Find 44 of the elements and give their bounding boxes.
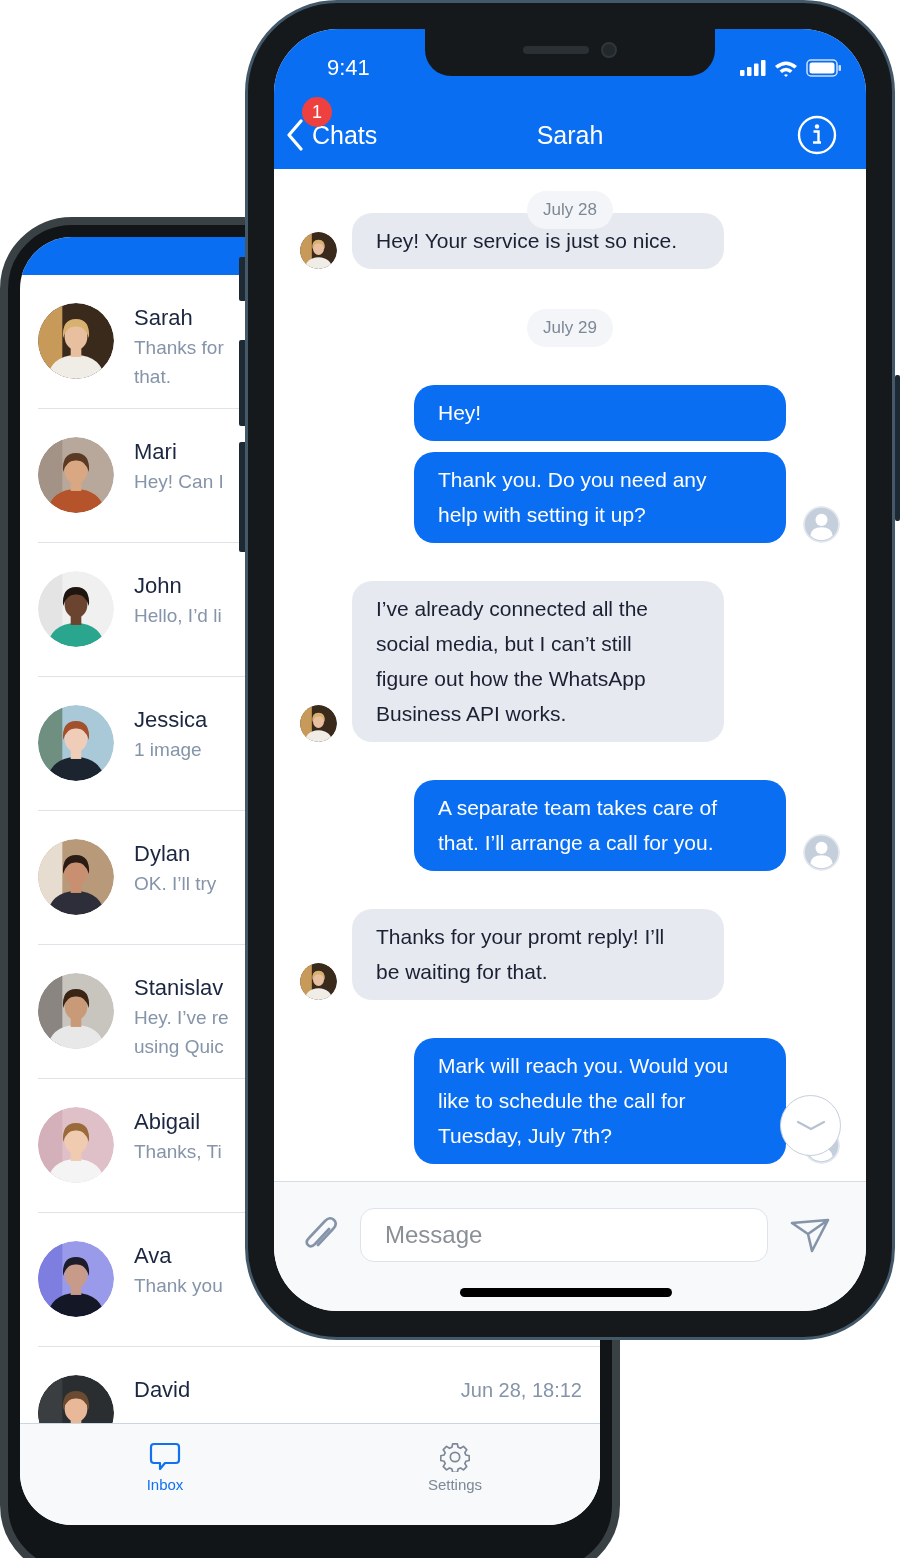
contact-name: Sarah — [134, 304, 193, 332]
message-preview: that. — [134, 365, 171, 389]
signal-icon — [740, 60, 766, 76]
message-bubble: A separate team takes care of that. I’ll arrange a call for you. — [414, 780, 786, 871]
contact-name: John — [134, 572, 182, 600]
status-time: 9:41 — [327, 55, 370, 81]
message-preview: Thank you — [134, 1274, 223, 1298]
message-preview: Hello, I’d li — [134, 604, 222, 628]
message-bubble: Thank you. Do you need any help with setting it up? — [414, 452, 786, 543]
contact-name: Jessica — [134, 706, 208, 734]
person-icon — [803, 834, 840, 871]
message-field[interactable]: Message — [360, 1208, 768, 1262]
message-time: Jun 28, 18:12 — [460, 1379, 582, 1402]
tab[interactable]: Inbox — [20, 1424, 310, 1525]
chat-title: Sarah — [536, 120, 604, 150]
message-preview: OK. I’ll try — [134, 872, 217, 896]
person-icon — [803, 506, 840, 543]
message-bubble: Hey! — [414, 385, 786, 441]
wifi-icon — [774, 59, 798, 77]
message-preview: Hey. I’ve re — [134, 1006, 229, 1030]
chat-bubble-icon — [149, 1442, 181, 1472]
message-preview: Hey! Can I — [134, 470, 224, 494]
gear-icon — [440, 1442, 470, 1472]
tab[interactable]: Settings — [310, 1424, 600, 1525]
message-bubble: Thanks for your promt reply! I’ll be waiting for that. — [352, 909, 724, 1000]
message-preview: using Quic — [134, 1035, 224, 1059]
contact-name: Abigail — [134, 1108, 201, 1136]
message-preview: Thanks for — [134, 336, 224, 360]
message-preview: 1 image — [134, 738, 202, 762]
message-bubble: Mark will reach you. Would you like to schedule the call for Tuesday, July 7th? — [414, 1038, 786, 1164]
message-preview: Thanks, Ti — [134, 1140, 222, 1164]
chevron-down-icon — [795, 1119, 826, 1132]
contact-name: Dylan — [134, 840, 191, 868]
date-label: July 29 — [527, 309, 613, 347]
send-icon[interactable] — [790, 1217, 830, 1253]
contact-name: Mari — [134, 438, 177, 466]
contact-name: Ava — [134, 1242, 172, 1270]
scroll-down-button[interactable] — [780, 1095, 841, 1156]
back-chevron-icon — [286, 119, 304, 151]
battery-icon — [806, 59, 842, 77]
message-bubble: I’ve already connected all the social media, but I can’t still figure out how the WhatsApp Business API works. — [352, 581, 724, 742]
contact-name: Stanislav — [134, 974, 224, 1002]
contact-name: David — [134, 1376, 191, 1404]
info-icon[interactable] — [797, 115, 837, 155]
